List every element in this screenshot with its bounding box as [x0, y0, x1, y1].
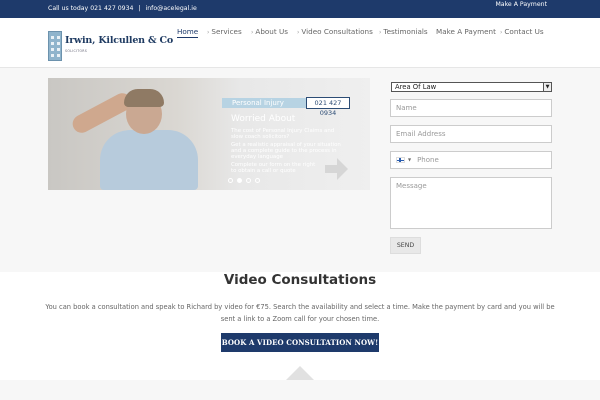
logo-tagline: SOLICITORS — [65, 49, 88, 53]
message-field[interactable]: Message — [390, 177, 552, 229]
chevron-right-icon: › — [297, 29, 300, 36]
slide-heading: Worried About — [231, 114, 296, 124]
contact-form: Area Of Law ▼ Name Email Address ▼ Phone … — [390, 78, 552, 258]
slide-line: slow coach solicitors? — [231, 134, 290, 140]
nav-item-testimonials[interactable]: › Testimonials — [379, 27, 428, 36]
main-nav: Home › Services › About Us › Video Consulta… — [0, 27, 600, 47]
nav-item-video-consultations[interactable]: › Video Consultations — [297, 27, 373, 36]
bottom-strip — [0, 380, 600, 400]
nav-item-label: About Us — [255, 27, 288, 36]
nav-item-contact-us[interactable]: › Contact Us — [500, 27, 544, 36]
nav-item-about-us[interactable]: › About Us — [251, 27, 288, 36]
email-field[interactable]: Email Address — [390, 125, 552, 143]
area-of-law-select[interactable]: Area Of Law ▼ — [391, 82, 552, 92]
slider-dot[interactable] — [228, 178, 233, 183]
finland-flag-icon[interactable] — [396, 157, 405, 163]
nav-item-label: Services — [211, 27, 242, 36]
chevron-right-icon: › — [500, 29, 503, 36]
nav-item-label: Contact Us — [504, 27, 544, 36]
nav-item-services[interactable]: › Services — [207, 27, 242, 36]
area-of-law-value: Area Of Law — [395, 83, 437, 91]
slide-phone: 021 427 0934 — [306, 97, 350, 117]
nav-item-label: Home — [177, 27, 199, 36]
separator: | — [138, 5, 141, 12]
chevron-right-icon: › — [379, 29, 382, 36]
section-title: Video Consultations — [223, 272, 377, 288]
slider-dots — [228, 178, 268, 184]
phone-text[interactable]: Call us today 021 427 0934 — [48, 5, 134, 12]
message-placeholder: Message — [396, 182, 427, 190]
chevron-down-icon: ▼ — [543, 83, 551, 91]
image-slider[interactable]: Personal Injury 021 427 0934 Worried Abo… — [48, 78, 370, 190]
email-link[interactable]: info@acelegal.ie — [146, 5, 197, 12]
top-contact: Call us today 021 427 0934 | info@aceleg… — [48, 5, 197, 12]
nav-item-label: Video Consultations — [301, 27, 373, 36]
slide-banner: Personal Injury — [222, 98, 306, 108]
slider-dot[interactable] — [246, 178, 251, 183]
nav-item-home[interactable]: Home — [177, 27, 199, 38]
arrow-right-icon — [325, 158, 348, 180]
nav-item-label: Make A Payment — [436, 27, 496, 36]
chevron-down-icon[interactable]: ▼ — [408, 157, 411, 162]
slide-line: everyday language — [231, 154, 283, 160]
phone-placeholder: Phone — [417, 156, 439, 164]
phone-field[interactable]: ▼ Phone — [390, 151, 552, 169]
chevron-right-icon: › — [251, 29, 254, 36]
email-placeholder: Email Address — [396, 130, 446, 138]
send-button[interactable]: SEND — [390, 237, 421, 254]
slider-dot-active[interactable] — [237, 178, 242, 183]
name-field[interactable]: Name — [390, 99, 552, 117]
slider-dot[interactable] — [255, 178, 260, 183]
nav-item-label: Testimonials — [383, 27, 428, 36]
section-text: You can book a consultation and speak to… — [45, 303, 555, 323]
patient-photo — [69, 86, 198, 190]
top-make-payment-link[interactable]: Make A Payment — [495, 1, 547, 8]
nav-item-make-a-payment[interactable]: Make A Payment — [436, 27, 496, 36]
slide-line: to obtain a call or quote — [231, 168, 296, 174]
triangle-decoration — [286, 366, 314, 380]
site-header: Irwin, Kilcullen & Co SOLICITORS Home › S… — [0, 18, 600, 68]
name-placeholder: Name — [396, 104, 417, 112]
top-bar: Call us today 021 427 0934 | info@aceleg… — [0, 0, 600, 18]
chevron-right-icon: › — [207, 29, 210, 36]
book-consultation-button[interactable]: BOOK A VIDEO CONSULTATION NOW! — [221, 333, 379, 352]
hero-section: Personal Injury 021 427 0934 Worried Abo… — [0, 68, 600, 272]
